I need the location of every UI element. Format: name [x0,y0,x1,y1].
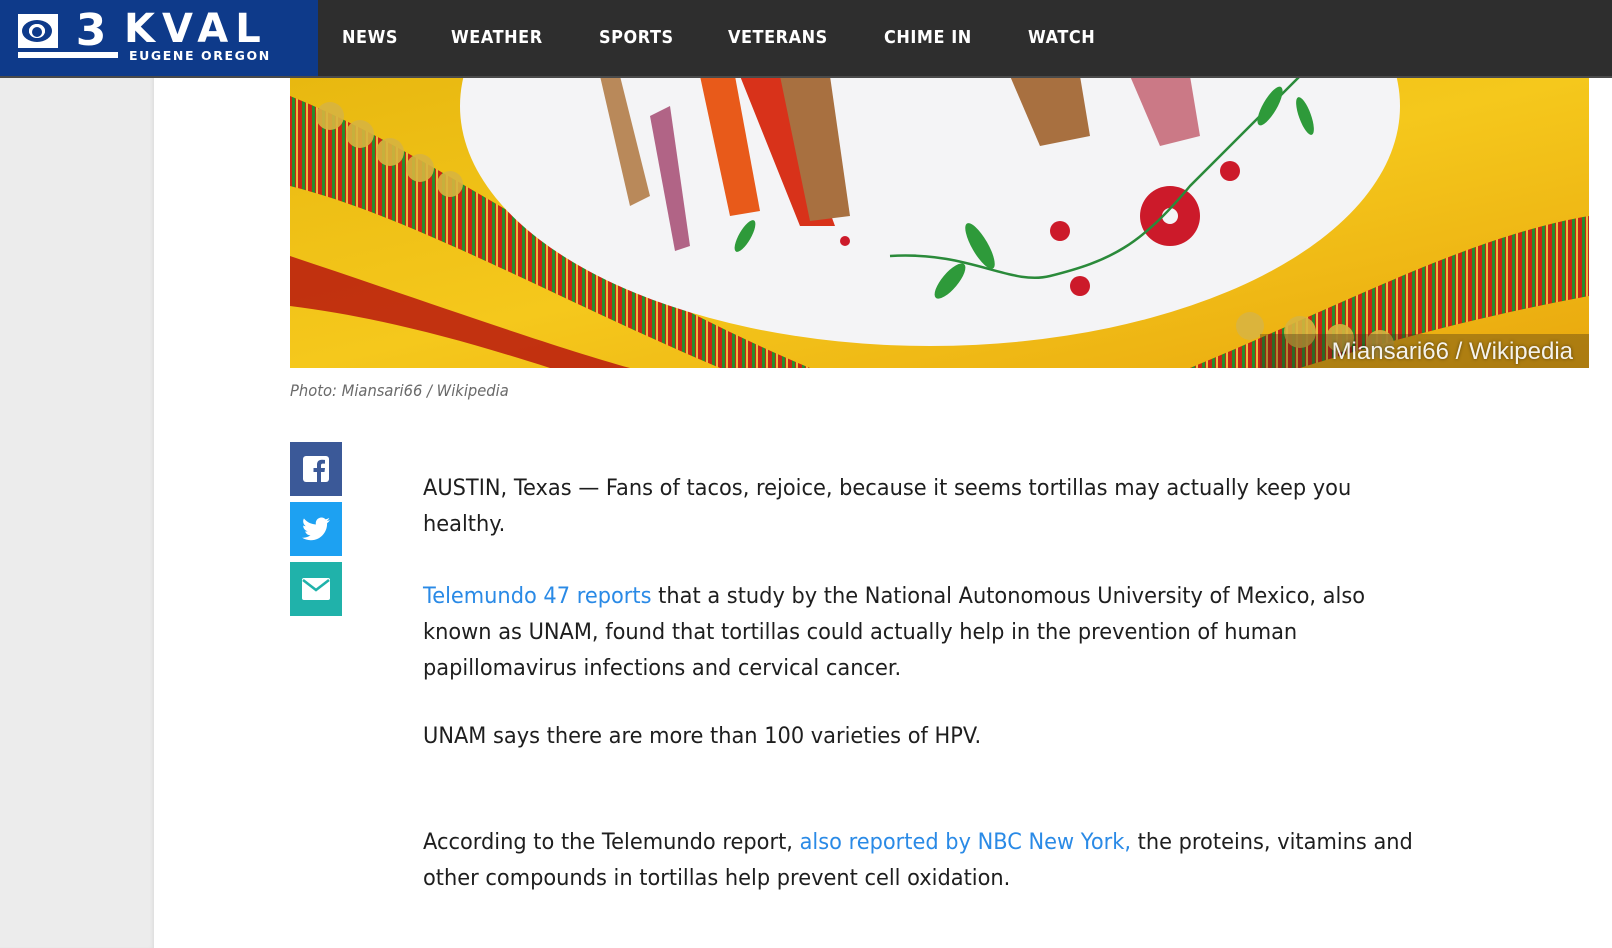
article-paragraph-3: UNAM says there are more than 100 variet… [423,723,982,749]
nav-veterans[interactable]: VETERANS [728,28,828,48]
nav-chime-in[interactable]: CHIME IN [884,28,972,48]
station-name: KVAL [124,6,268,52]
nav-news[interactable]: NEWS [342,28,398,48]
email-icon [302,578,330,600]
cbs-eye-pupil [32,27,42,37]
telemundo-link[interactable]: Telemundo 47 reports [423,583,652,609]
nbc-new-york-link[interactable]: also reported by NBC New York, [800,829,1131,855]
photo-watermark: Miansari66 / Wikipedia [1331,338,1573,365]
facebook-icon [303,456,329,483]
logo-underline [18,52,118,58]
site-header: 3 KVAL EUGENE OREGON NEWS WEATHER SPORTS… [0,0,1612,78]
hero-image: Miansari66 / Wikipedia [290,76,1589,368]
photo-caption: Photo: Miansari66 / Wikipedia [290,381,509,400]
channel-number: 3 [75,5,107,56]
nav-weather[interactable]: WEATHER [451,28,543,48]
article-paragraph-2: Telemundo 47 reports that a study by the… [423,578,1433,686]
page-left-gutter [0,0,154,948]
hero-photo [290,76,1589,368]
article-paragraph-4: According to the Telemundo report, also … [423,824,1433,896]
kval-logo[interactable]: 3 KVAL EUGENE OREGON [0,0,318,76]
main-nav: NEWS WEATHER SPORTS VETERANS CHIME IN WA… [342,0,1149,76]
paragraph-4-text-before: According to the Telemundo report, [423,829,800,855]
share-email-button[interactable] [290,562,342,616]
share-twitter-button[interactable] [290,502,342,556]
article-paragraph-1: AUSTIN, Texas — Fans of tacos, rejoice, … [423,475,1352,537]
station-city: EUGENE OREGON [129,48,271,63]
twitter-icon [302,517,330,541]
nav-sports[interactable]: SPORTS [599,28,674,48]
share-facebook-button[interactable] [290,442,342,496]
nav-watch[interactable]: WATCH [1028,28,1095,48]
